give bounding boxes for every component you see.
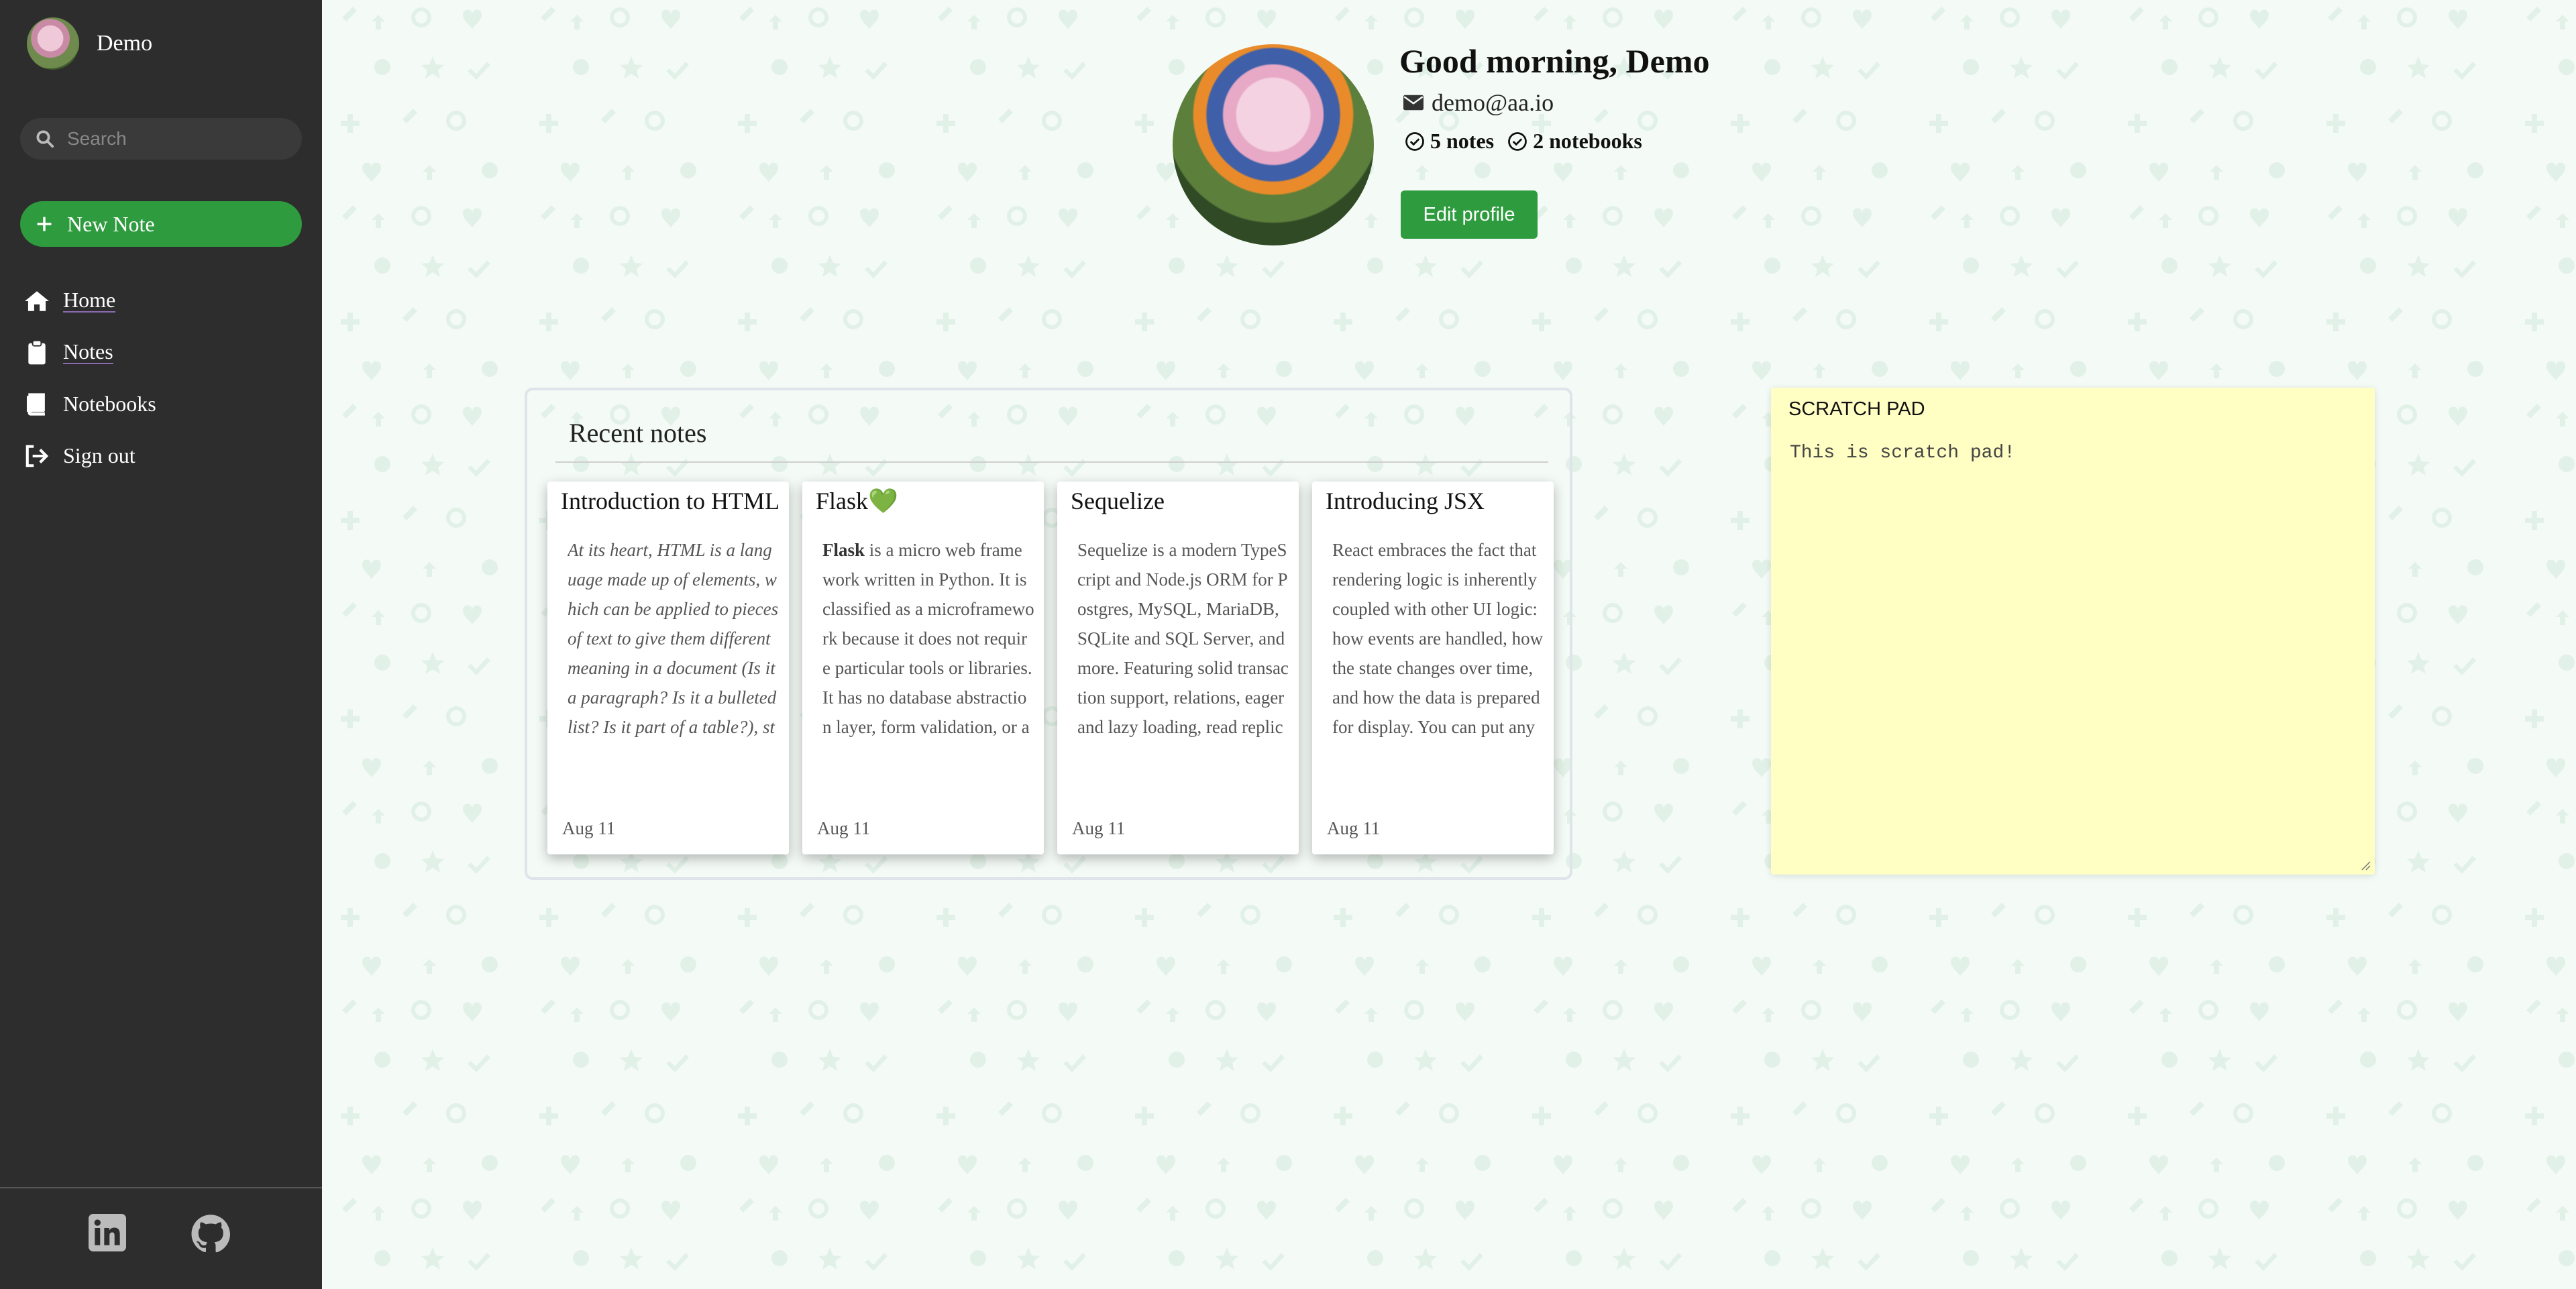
user-menu[interactable]: Demo	[27, 17, 152, 70]
note-preview: React embraces the fact that rendering l…	[1332, 540, 1544, 737]
note-preview-bold: Flask	[822, 540, 865, 560]
scratch-pad-title: SCRATCH PAD	[1788, 398, 1925, 420]
recent-notes-list: Introduction to HTML At its heart, HTML …	[547, 482, 1567, 854]
home-icon	[23, 287, 51, 315]
note-date: Aug 11	[1327, 818, 1381, 838]
notebooks-count: 2 notebooks	[1507, 129, 1642, 154]
note-preview: Sequelize is a modern TypeScript and Nod…	[1077, 540, 1289, 737]
sidebar: Demo New Note Home Notes	[0, 0, 322, 1289]
main-content: Good morning, Demo demo@aa.io 5 notes 2 …	[322, 0, 2576, 1289]
github-icon[interactable]	[191, 1214, 231, 1257]
avatar[interactable]	[27, 17, 79, 70]
sign-out-icon	[23, 442, 51, 470]
note-preview-text: is a micro web framework written in Pyth…	[822, 540, 1034, 737]
greeting-heading: Good morning, Demo	[1399, 42, 1710, 80]
sidebar-nav: Home Notes Notebooks Sign out	[23, 275, 156, 482]
divider	[0, 1187, 322, 1188]
recent-notes-title: Recent notes	[569, 418, 707, 448]
plus-icon	[37, 217, 52, 231]
note-card[interactable]: Flask💚 Flask is a micro web framework wr…	[802, 482, 1044, 854]
linkedin-icon[interactable]	[89, 1214, 126, 1255]
sidebar-item-label: Sign out	[63, 443, 136, 467]
note-date: Aug 11	[562, 818, 616, 838]
clipboard-icon	[23, 339, 51, 367]
sidebar-item-label: Home	[63, 287, 116, 313]
note-title: Sequelize	[1071, 488, 1165, 514]
scratch-pad-textarea[interactable]: This is scratch pad!	[1788, 441, 2355, 860]
check-circle-icon	[1508, 131, 1527, 151]
note-card[interactable]: Introducing JSX React embraces the fact …	[1312, 482, 1554, 854]
check-circle-icon	[1405, 131, 1424, 151]
email-text: demo@aa.io	[1432, 89, 1554, 116]
notebooks-count-text: 2 notebooks	[1533, 129, 1642, 153]
note-preview: Flask is a micro web framework written i…	[822, 535, 1034, 743]
note-date: Aug 11	[817, 818, 871, 838]
new-note-label: New Note	[67, 211, 155, 236]
sidebar-item-notes[interactable]: Notes	[23, 327, 156, 378]
notes-count: 5 notes	[1405, 129, 1494, 154]
sidebar-item-label: Notes	[63, 339, 113, 365]
notes-count-text: 5 notes	[1430, 129, 1495, 153]
new-note-button[interactable]: New Note	[20, 201, 302, 247]
edit-profile-button[interactable]: Edit profile	[1401, 190, 1538, 239]
sidebar-item-notebooks[interactable]: Notebooks	[23, 378, 156, 430]
note-preview: At its heart, HTML is a language made up…	[568, 540, 779, 737]
note-title: Introducing JSX	[1326, 488, 1485, 514]
sidebar-item-sign-out[interactable]: Sign out	[23, 430, 156, 482]
sidebar-item-label: Notebooks	[63, 391, 156, 416]
user-name: Demo	[97, 31, 153, 56]
note-card[interactable]: Introduction to HTML At its heart, HTML …	[547, 482, 789, 854]
note-title: Flask💚	[816, 488, 898, 514]
mail-icon	[1403, 95, 1424, 111]
search-box[interactable]	[20, 118, 302, 160]
resize-grip-icon[interactable]	[2360, 860, 2371, 871]
email-row: demo@aa.io	[1403, 89, 1554, 117]
divider	[555, 461, 1548, 463]
search-input[interactable]	[66, 127, 297, 150]
profile-avatar	[1173, 44, 1374, 245]
search-icon	[36, 130, 54, 148]
sidebar-item-home[interactable]: Home	[23, 275, 156, 327]
scratch-pad: SCRATCH PAD This is scratch pad!	[1771, 388, 2375, 875]
note-date: Aug 11	[1072, 818, 1126, 838]
stats-row: 5 notes 2 notebooks	[1405, 129, 1656, 154]
note-card[interactable]: Sequelize Sequelize is a modern TypeScri…	[1057, 482, 1299, 854]
recent-notes-panel: Recent notes Introduction to HTML At its…	[525, 388, 1572, 880]
note-title: Introduction to HTML	[561, 488, 780, 514]
book-icon	[23, 390, 51, 418]
